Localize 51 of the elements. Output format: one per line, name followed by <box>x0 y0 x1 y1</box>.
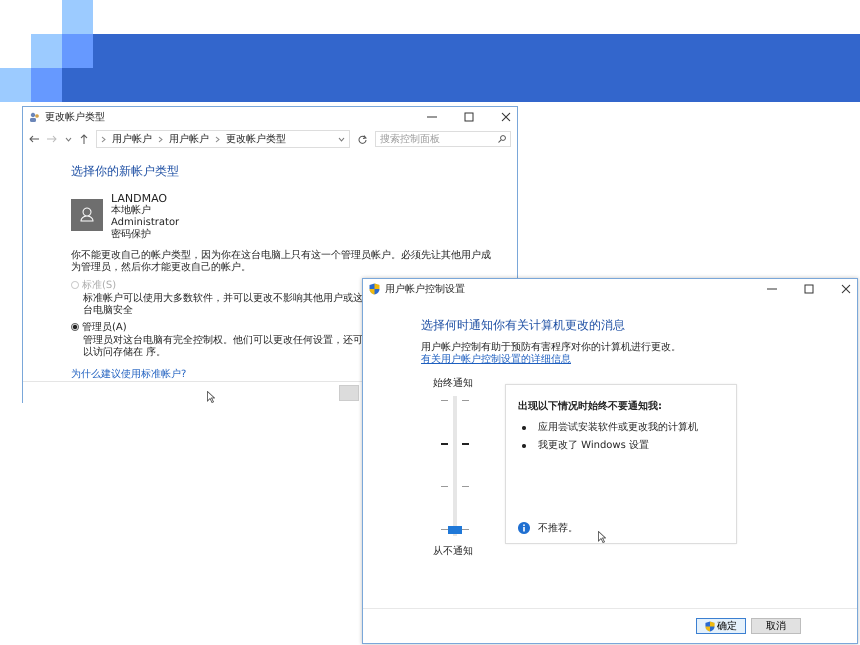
shield-icon <box>705 620 715 632</box>
slider-label: 从不通知 <box>433 544 473 558</box>
back-arrow-icon[interactable] <box>29 135 39 143</box>
window-title: 用户帐户控制设置 <box>385 282 465 296</box>
bullet-icon <box>522 444 526 448</box>
chevron-right-icon <box>158 136 163 142</box>
chevron-down-icon[interactable] <box>65 136 72 142</box>
cursor-icon <box>598 531 606 543</box>
notice-text: 你不能更改自己的帐户类型，因为你在这台电脑上只有这一个管理员帐户。必须先让其他用户成为管理员，然后你才能更改自己的帐户。 <box>71 250 492 274</box>
account-name: LANDMAO <box>111 192 168 205</box>
search-icon <box>498 135 506 143</box>
shield-icon <box>369 283 380 295</box>
maximize-icon[interactable] <box>464 112 474 122</box>
description-text: 用户帐户控制有助于预防有害程序对你的计算机进行更改。 <box>421 342 682 354</box>
details-link[interactable]: 有关用户帐户控制设置的详细信息 <box>421 354 571 366</box>
breadcrumb-item[interactable]: 用户帐户 <box>169 132 209 146</box>
slider-thumb[interactable] <box>448 526 462 534</box>
option-description: 管理员对这台电脑有完全控制权。他们可以更改任何设置，还可以访问存储在 序。 <box>83 335 363 359</box>
window-title: 更改帐户类型 <box>45 110 105 124</box>
up-arrow-icon[interactable] <box>80 134 88 144</box>
info-heading: 出现以下情况时始终不要通知我: <box>518 400 663 413</box>
help-link[interactable]: 为什么建议使用标准帐户? <box>71 367 186 381</box>
page-heading: 选择你的新帐户类型 <box>71 163 180 180</box>
bullet-icon <box>522 426 526 430</box>
close-icon[interactable] <box>501 112 511 122</box>
account-detail: 本地帐户 <box>111 205 152 217</box>
chevron-down-icon[interactable] <box>338 136 345 142</box>
breadcrumb-item[interactable]: 更改帐户类型 <box>226 132 286 146</box>
close-icon[interactable] <box>841 284 851 294</box>
refresh-icon[interactable] <box>358 134 367 144</box>
user-avatar-icon <box>71 199 103 231</box>
option-description: 标准帐户可以使用大多数软件，并可以更改不影响其他用户或这台电脑安全 <box>83 293 363 317</box>
address-bar[interactable]: 用户帐户 用户帐户 更改帐户类型 <box>96 130 350 148</box>
radio-button[interactable] <box>71 323 79 331</box>
users-icon <box>29 112 40 122</box>
maximize-icon[interactable] <box>804 284 814 294</box>
page-heading: 选择何时通知你有关计算机更改的消息 <box>421 317 626 334</box>
search-field[interactable]: 搜索控制面板 <box>375 131 511 147</box>
bullet-text: 应用尝试安装软件或更改我的计算机 <box>538 420 698 435</box>
radio-option[interactable]: 管理员(A) <box>71 320 127 334</box>
chevron-right-icon <box>215 136 220 142</box>
breadcrumb-item[interactable]: 用户帐户 <box>112 132 152 146</box>
bullet-text: 我更改了 Windows 设置 <box>538 438 649 453</box>
note-text: 不推荐。 <box>538 522 578 535</box>
account-detail: Administrator <box>111 217 180 228</box>
account-detail: 密码保护 <box>111 229 152 241</box>
info-icon <box>518 522 530 534</box>
dialog-button[interactable]: 取消 <box>751 618 801 634</box>
slider-label: 始终通知 <box>433 376 473 390</box>
dialog-button[interactable]: 确定 <box>696 618 746 634</box>
chevron-right-icon <box>101 136 106 142</box>
